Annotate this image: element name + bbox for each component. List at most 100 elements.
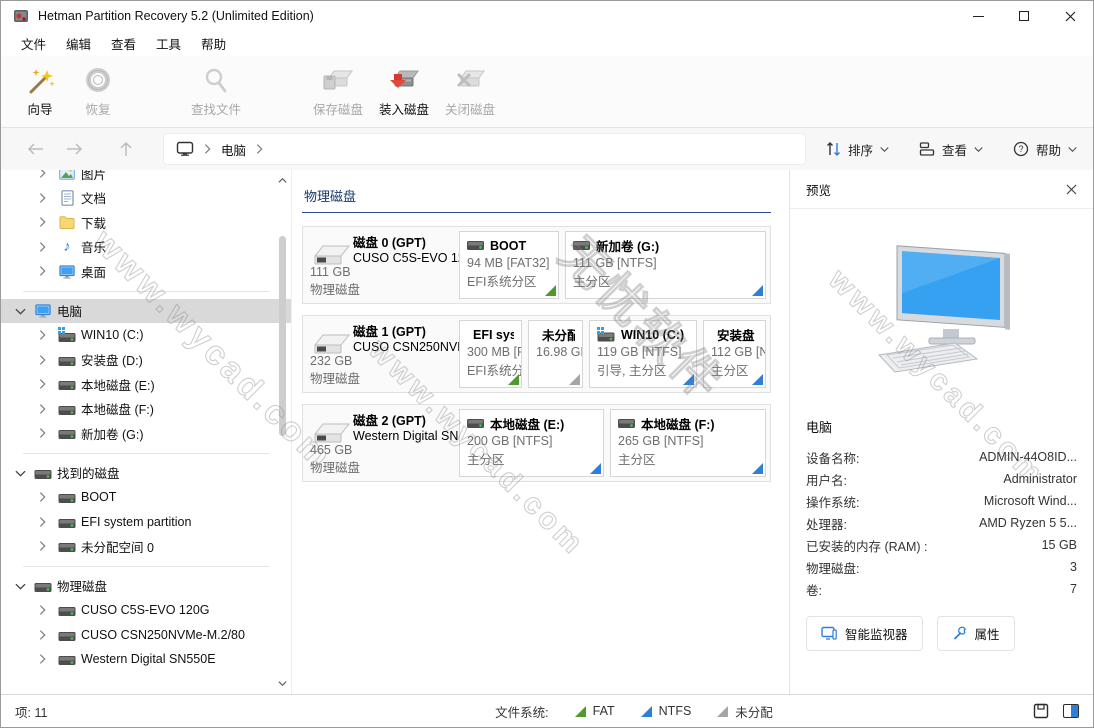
drive-icon	[58, 352, 76, 368]
sidebar-item-downloads[interactable]: 下载	[1, 210, 291, 235]
wizard-button[interactable]: 向导	[11, 62, 69, 122]
close-disk-button[interactable]: 关闭磁盘	[437, 62, 503, 122]
drive-icon	[58, 602, 76, 618]
detail-value: ADMIN-44O8ID...	[979, 450, 1077, 464]
sort-dropdown[interactable]: 排序	[826, 140, 889, 159]
sidebar-item-physical-disks[interactable]: 物理磁盘	[1, 574, 291, 599]
disk-card-2[interactable]: 磁盘 2 (GPT) Western Digital SN550E 465 GB…	[302, 404, 771, 482]
drive-icon	[58, 651, 76, 667]
partition-type: 主分区	[618, 449, 758, 468]
sidebar-item-drive-f[interactable]: 本地磁盘 (F:)	[1, 397, 291, 422]
find-files-button[interactable]: 查找文件	[183, 62, 249, 122]
partition-boot[interactable]: BOOT 94 MB [FAT32] EFI系统分区	[459, 231, 559, 299]
up-button[interactable]	[107, 141, 145, 157]
scroll-down-icon[interactable]	[278, 679, 287, 688]
partition-unallocated[interactable]: 未分配空间 0 16.98 GB	[528, 320, 583, 388]
drive-icon	[58, 376, 76, 392]
recover-button[interactable]: 恢复	[69, 62, 127, 122]
sidebar-item-label: 桌面	[81, 262, 106, 281]
sidebar-item-found-disks[interactable]: 找到的磁盘	[1, 461, 291, 486]
drive-icon	[618, 417, 635, 430]
partition-e[interactable]: 本地磁盘 (E:) 200 GB [NTFS] 主分区	[459, 409, 604, 477]
sort-label: 排序	[848, 140, 873, 159]
sidebar-item-disk-cuso-nvme[interactable]: CUSO CSN250NVMe-M.2/80	[1, 623, 291, 648]
detail-label: 操作系统:	[806, 492, 859, 511]
sidebar-scrollbar[interactable]	[276, 172, 289, 692]
partition-c[interactable]: WIN10 (C:) 119 GB [NTFS] 引导, 主分区	[589, 320, 697, 388]
mount-disk-button[interactable]: 装入磁盘	[371, 62, 437, 122]
menu-view[interactable]: 查看	[101, 31, 146, 56]
recover-label: 恢复	[85, 99, 110, 118]
detail-label: 卷:	[806, 580, 822, 599]
partition-f[interactable]: 本地磁盘 (F:) 265 GB [NTFS] 主分区	[610, 409, 766, 477]
close-button[interactable]	[1047, 1, 1093, 31]
menu-tools[interactable]: 工具	[146, 31, 191, 56]
mount-disk-icon	[387, 66, 421, 96]
detail-value: Microsoft Wind...	[984, 494, 1077, 508]
partition-name: 本地磁盘 (F:)	[641, 414, 715, 433]
sidebar-item-disk-cuso-evo[interactable]: CUSO C5S-EVO 120G	[1, 598, 291, 623]
partition-type: 引导, 主分区	[597, 360, 689, 379]
back-button[interactable]	[17, 142, 55, 156]
wrench-icon	[952, 626, 967, 641]
sidebar-item-label: 新加卷 (G:)	[81, 424, 144, 443]
scroll-up-icon[interactable]	[278, 176, 287, 185]
view-dropdown[interactable]: 查看	[919, 140, 983, 159]
smart-monitor-button[interactable]: 智能监视器	[806, 616, 923, 651]
preview-close-icon[interactable]	[1066, 184, 1077, 195]
sidebar-item-computer[interactable]: 电脑	[1, 299, 291, 324]
sidebar-item-boot[interactable]: BOOT	[1, 485, 291, 510]
disk-card-1[interactable]: 磁盘 1 (GPT) CUSO CSN250NVMe-M.2/80 232 GB…	[302, 315, 771, 393]
forward-button[interactable]	[55, 142, 93, 156]
sidebar-item-win10-c[interactable]: WIN10 (C:)	[1, 323, 291, 348]
menu-file[interactable]: 文件	[11, 31, 56, 56]
detail-row-physical-disks: 物理磁盘: 3	[806, 556, 1077, 578]
sidebar-item-drive-g[interactable]: 新加卷 (G:)	[1, 421, 291, 446]
sidebar-item-documents[interactable]: 文档	[1, 186, 291, 211]
breadcrumb[interactable]: 电脑	[163, 133, 806, 165]
scrollbar-thumb[interactable]	[279, 236, 286, 436]
save-disk-button[interactable]: 保存磁盘	[305, 62, 371, 122]
partition-efi[interactable]: EFI system partition 300 MB [FAT32] EFI系…	[459, 320, 522, 388]
sidebar-item-label: CUSO CSN250NVMe-M.2/80	[81, 628, 245, 642]
disk-card-0[interactable]: 磁盘 0 (GPT) CUSO C5S-EVO 120G 111 GB 物理磁盘…	[302, 226, 771, 304]
minimize-button[interactable]	[955, 1, 1001, 31]
drive-icon	[34, 465, 52, 481]
menu-edit[interactable]: 编辑	[56, 31, 101, 56]
chevron-right-icon	[39, 378, 46, 390]
breadcrumb-computer[interactable]: 电脑	[221, 140, 246, 159]
preview-divider	[790, 208, 1093, 209]
disk-size: 111 GB	[307, 265, 459, 279]
disk-3d-icon	[309, 240, 353, 266]
help-dropdown[interactable]: ? 帮助	[1013, 140, 1077, 159]
mount-disk-label: 装入磁盘	[379, 99, 429, 118]
sidebar-tree: 图片 文档 下载	[1, 170, 291, 694]
menu-help[interactable]: 帮助	[191, 31, 236, 56]
sidebar-item-unallocated[interactable]: 未分配空间 0	[1, 534, 291, 559]
sidebar-item-disk-wd[interactable]: Western Digital SN550E	[1, 647, 291, 672]
partition-size: 200 GB [NTFS]	[467, 434, 596, 448]
detail-label: 处理器:	[806, 514, 847, 533]
detail-value: Administrator	[1003, 472, 1077, 486]
detail-row-user: 用户名: Administrator	[806, 468, 1077, 490]
properties-button[interactable]: 属性	[937, 616, 1015, 651]
sidebar-item-music[interactable]: ♪ 音乐	[1, 235, 291, 260]
disk-title: 磁盘 2 (GPT)	[353, 410, 459, 429]
maximize-button[interactable]	[1001, 1, 1047, 31]
toggle-preview-panel-icon[interactable]	[1063, 704, 1079, 718]
partition-type: 主分区	[711, 360, 758, 379]
partition-g[interactable]: 新加卷 (G:) 111 GB [NTFS] 主分区	[565, 231, 766, 299]
sidebar-item-pictures[interactable]: 图片	[1, 170, 291, 186]
sidebar-item-drive-e[interactable]: 本地磁盘 (E:)	[1, 372, 291, 397]
partition-d[interactable]: 安装盘 (D:) 112 GB [NTFS] 主分区	[703, 320, 766, 388]
sidebar-item-efi-partition[interactable]: EFI system partition	[1, 510, 291, 535]
chevron-right-icon	[39, 265, 46, 277]
save-layout-icon[interactable]	[1033, 703, 1049, 719]
chevron-right-icon	[39, 491, 46, 503]
search-icon	[201, 66, 231, 96]
disk-size: 465 GB	[307, 443, 459, 457]
sidebar-item-desktop[interactable]: 桌面	[1, 259, 291, 284]
sidebar-item-drive-d[interactable]: 安装盘 (D:)	[1, 348, 291, 373]
sidebar-item-label: WIN10 (C:)	[81, 328, 144, 342]
preview-section-title: 电脑	[806, 417, 1077, 436]
